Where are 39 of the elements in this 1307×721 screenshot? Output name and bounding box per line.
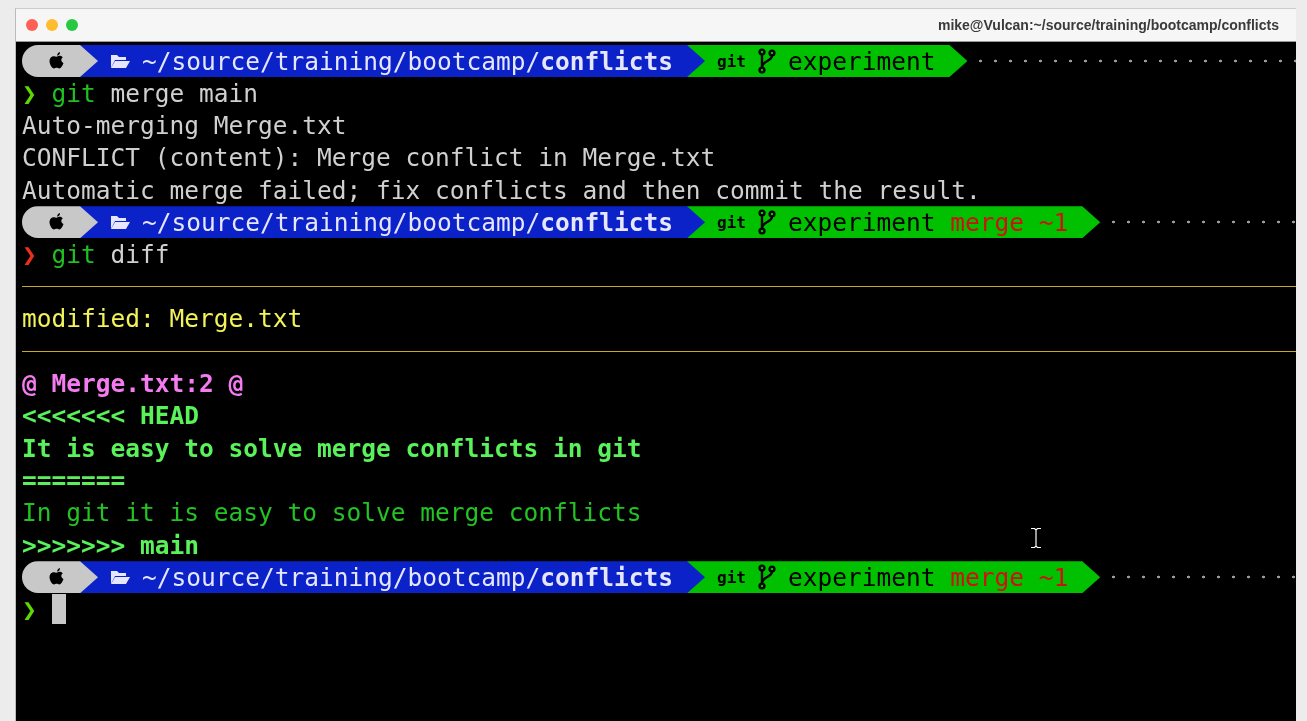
output-text: Automatic merge failed; fix conflicts and then commit the result. [22,175,981,205]
command-args: diff [110,239,170,269]
zoom-button[interactable] [66,19,78,31]
prompt-chevron: ❯ [22,594,37,624]
folder-icon [110,569,130,585]
diff-line: In git it is easy to solve merge conflicts [22,498,642,528]
prompt-chevron: ❯ [22,78,37,108]
diff-line: >>>>>>> main [22,530,199,560]
repo-status: merge ~1 [950,207,1069,237]
window-title: mike@Vulcan:~/source/training/bootcamp/conflicts [937,17,1279,33]
branch-icon [757,48,776,74]
minimize-button[interactable] [46,19,58,31]
branch-name: experiment [787,207,936,237]
command-name: git [51,239,96,269]
branch-name: experiment [787,562,936,592]
path-text: ~/source/training/bootcamp/conflicts [142,207,674,237]
folder-icon [110,214,130,230]
path-text: ~/source/training/bootcamp/conflicts [142,46,674,76]
diff-line: ======= [22,465,126,495]
command-args: merge main [110,78,258,108]
branch-name: experiment [787,46,936,76]
branch-icon [757,564,776,591]
vcs-label: git [717,51,746,71]
close-button[interactable] [26,19,38,31]
output-text: Auto-merging Merge.txt [22,110,347,140]
path-text: ~/source/training/bootcamp/conflicts [142,562,674,592]
branch-icon [757,209,776,236]
vcs-label: git [717,567,746,587]
vcs-label: git [717,212,746,232]
diff-hunk-header: @ Merge.txt:2 @ [22,369,244,398]
diff-line: It is easy to solve merge conflicts in git [22,433,642,463]
command-name: git [51,78,96,108]
diff-line: <<<<<<< HEAD [22,401,199,431]
repo-status: merge ~1 [950,562,1069,592]
text-cursor-icon [1030,527,1042,549]
diff-file-header: modified: Merge.txt [22,304,303,334]
output-text: CONFLICT (content): Merge conflict in Merge.txt [22,143,716,173]
prompt-chevron: ❯ [22,239,37,269]
folder-icon [110,53,130,69]
